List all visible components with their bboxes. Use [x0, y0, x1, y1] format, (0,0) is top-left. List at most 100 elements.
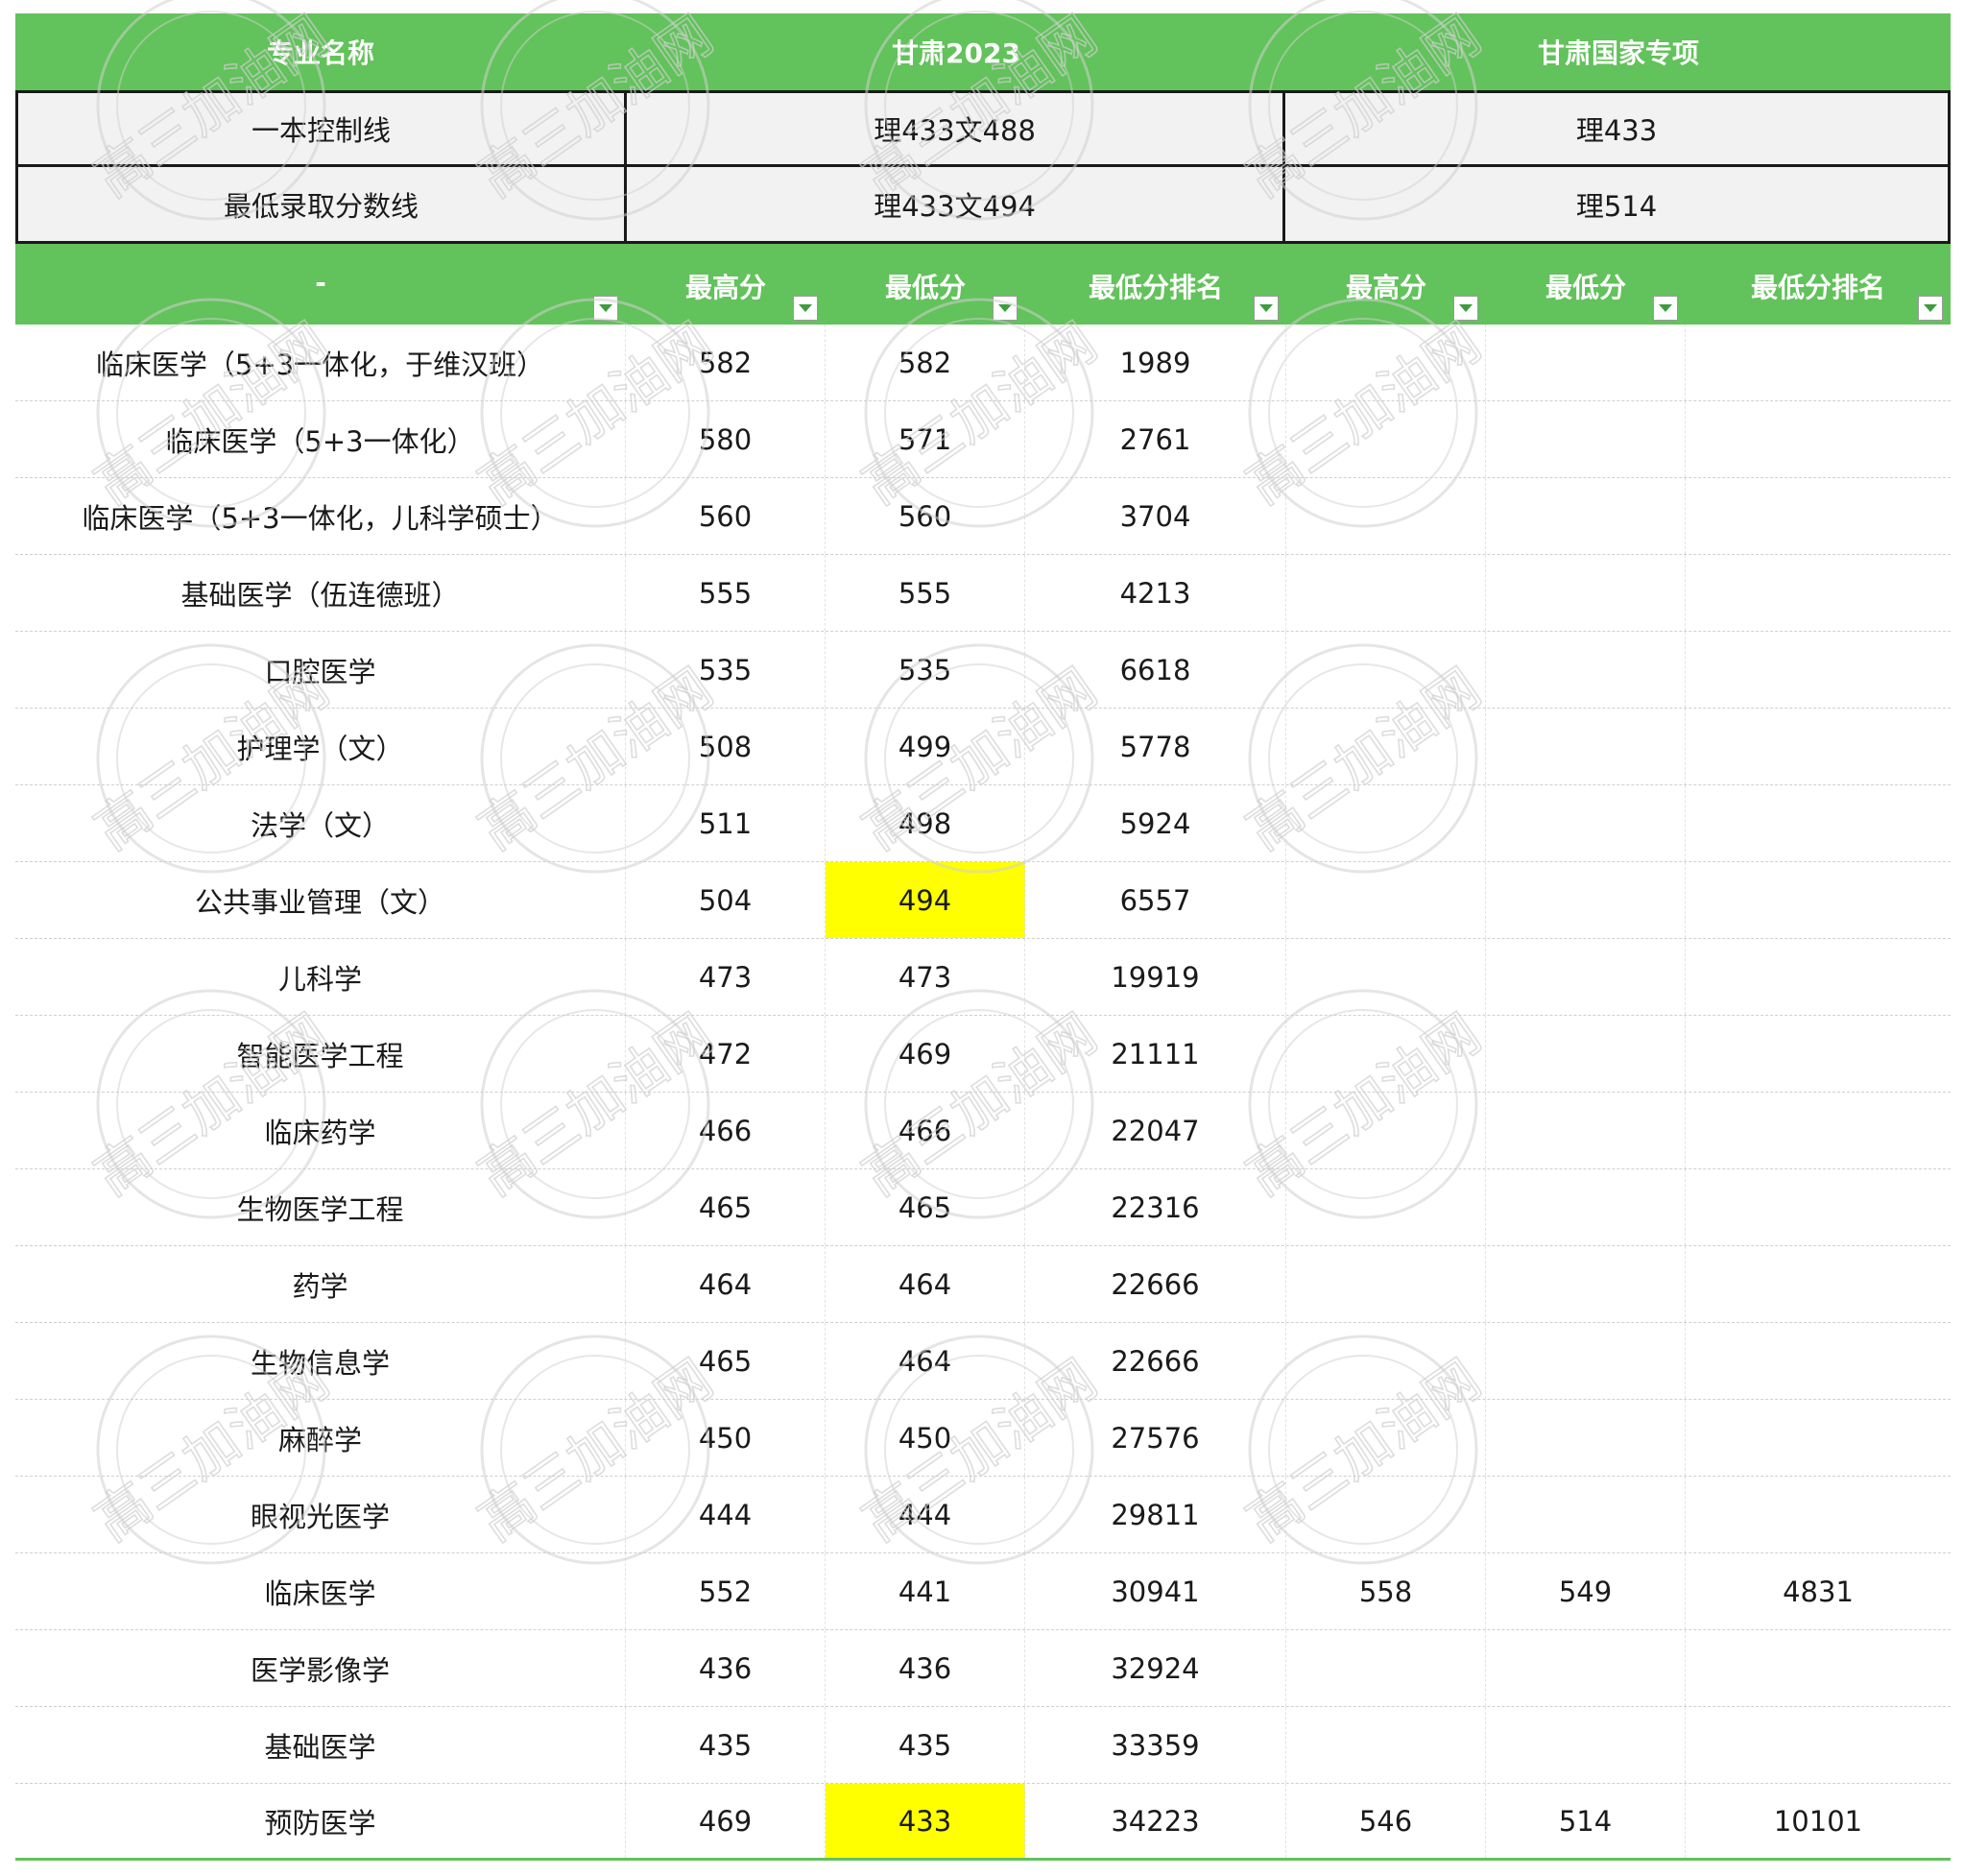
major-name-cell[interactable]: 临床医学	[15, 1553, 626, 1629]
filter-dropdown-icon[interactable]	[1653, 296, 1678, 321]
major-name-cell[interactable]: 儿科学	[15, 939, 626, 1015]
score-cell[interactable]: 22666	[1025, 1246, 1286, 1322]
score-cell[interactable]	[1686, 1400, 1951, 1476]
major-name-cell[interactable]: 临床医学（5+3一体化，儿科学硕士）	[15, 478, 626, 554]
score-cell[interactable]	[1686, 1093, 1951, 1168]
score-cell[interactable]	[1286, 632, 1486, 708]
score-cell[interactable]: 469	[626, 1784, 826, 1858]
score-cell[interactable]: 6557	[1025, 862, 1286, 938]
score-cell[interactable]	[1686, 1323, 1951, 1399]
score-cell[interactable]: 444	[626, 1477, 826, 1552]
major-name-cell[interactable]: 医学影像学	[15, 1630, 626, 1706]
score-cell[interactable]	[1286, 555, 1486, 631]
score-cell[interactable]: 558	[1286, 1553, 1486, 1629]
score-cell[interactable]: 546	[1286, 1784, 1486, 1858]
score-cell[interactable]	[1686, 1246, 1951, 1322]
score-cell[interactable]: 514	[1486, 1784, 1686, 1858]
score-cell[interactable]	[1686, 555, 1951, 631]
filter-dropdown-icon[interactable]	[593, 296, 618, 321]
score-cell[interactable]: 433	[826, 1784, 1025, 1858]
score-cell[interactable]	[1686, 709, 1951, 784]
major-name-cell[interactable]: 生物医学工程	[15, 1169, 626, 1245]
score-cell[interactable]	[1486, 785, 1686, 861]
score-cell[interactable]	[1286, 939, 1486, 1015]
score-cell[interactable]: 21111	[1025, 1016, 1286, 1092]
score-cell[interactable]: 27576	[1025, 1400, 1286, 1476]
score-cell[interactable]	[1686, 1630, 1951, 1706]
score-cell[interactable]	[1486, 1630, 1686, 1706]
score-cell[interactable]	[1486, 1400, 1686, 1476]
score-cell[interactable]	[1486, 1323, 1686, 1399]
major-name-cell[interactable]: 智能医学工程	[15, 1016, 626, 1092]
score-cell[interactable]	[1286, 325, 1486, 400]
score-cell[interactable]: 450	[626, 1400, 826, 1476]
score-cell[interactable]	[1286, 1246, 1486, 1322]
score-cell[interactable]: 6618	[1025, 632, 1286, 708]
score-cell[interactable]: 32924	[1025, 1630, 1286, 1706]
score-cell[interactable]: 555	[626, 555, 826, 631]
score-cell[interactable]: 582	[626, 325, 826, 400]
score-cell[interactable]	[1286, 1093, 1486, 1168]
score-cell[interactable]	[1486, 939, 1686, 1015]
score-cell[interactable]	[1686, 1477, 1951, 1552]
score-cell[interactable]	[1286, 1169, 1486, 1245]
score-cell[interactable]: 560	[626, 478, 826, 554]
score-cell[interactable]	[1486, 862, 1686, 938]
score-cell[interactable]: 22666	[1025, 1323, 1286, 1399]
score-cell[interactable]	[1686, 785, 1951, 861]
score-cell[interactable]	[1286, 1016, 1486, 1092]
score-cell[interactable]	[1686, 862, 1951, 938]
major-name-cell[interactable]: 临床药学	[15, 1093, 626, 1168]
score-cell[interactable]: 466	[626, 1093, 826, 1168]
score-cell[interactable]: 1989	[1025, 325, 1286, 400]
score-cell[interactable]	[1286, 709, 1486, 784]
score-cell[interactable]: 4831	[1686, 1553, 1951, 1629]
score-cell[interactable]: 465	[626, 1323, 826, 1399]
score-cell[interactable]	[1486, 401, 1686, 477]
score-cell[interactable]	[1686, 1169, 1951, 1245]
score-cell[interactable]	[1486, 478, 1686, 554]
score-cell[interactable]	[1686, 325, 1951, 400]
major-name-cell[interactable]: 基础医学（伍连德班）	[15, 555, 626, 631]
score-cell[interactable]	[1286, 1477, 1486, 1552]
filter-dropdown-icon[interactable]	[993, 296, 1018, 321]
score-cell[interactable]: 504	[626, 862, 826, 938]
score-cell[interactable]	[1286, 1707, 1486, 1783]
score-cell[interactable]: 5778	[1025, 709, 1286, 784]
filter-dropdown-icon[interactable]	[1453, 296, 1478, 321]
score-cell[interactable]: 30941	[1025, 1553, 1286, 1629]
score-cell[interactable]	[1686, 632, 1951, 708]
score-cell[interactable]: 3704	[1025, 478, 1286, 554]
score-cell[interactable]: 571	[826, 401, 1025, 477]
score-cell[interactable]: 464	[826, 1246, 1025, 1322]
major-name-cell[interactable]: 预防医学	[15, 1784, 626, 1858]
score-cell[interactable]	[1286, 785, 1486, 861]
score-cell[interactable]: 34223	[1025, 1784, 1286, 1858]
score-cell[interactable]	[1686, 1707, 1951, 1783]
score-cell[interactable]	[1486, 325, 1686, 400]
major-name-cell[interactable]: 临床医学（5+3一体化，于维汉班）	[15, 325, 626, 400]
score-cell[interactable]: 535	[826, 632, 1025, 708]
score-cell[interactable]: 19919	[1025, 939, 1286, 1015]
score-cell[interactable]: 5924	[1025, 785, 1286, 861]
score-cell[interactable]	[1486, 1169, 1686, 1245]
score-cell[interactable]: 473	[626, 939, 826, 1015]
score-cell[interactable]: 499	[826, 709, 1025, 784]
score-cell[interactable]: 511	[626, 785, 826, 861]
score-cell[interactable]: 469	[826, 1016, 1025, 1092]
score-cell[interactable]	[1486, 1477, 1686, 1552]
score-cell[interactable]: 465	[826, 1169, 1025, 1245]
score-cell[interactable]	[1486, 632, 1686, 708]
score-cell[interactable]	[1286, 1400, 1486, 1476]
score-cell[interactable]	[1286, 401, 1486, 477]
score-cell[interactable]: 436	[626, 1630, 826, 1706]
score-cell[interactable]	[1486, 1016, 1686, 1092]
score-cell[interactable]: 466	[826, 1093, 1025, 1168]
major-name-cell[interactable]: 公共事业管理（文）	[15, 862, 626, 938]
score-cell[interactable]	[1486, 1707, 1686, 1783]
score-cell[interactable]: 580	[626, 401, 826, 477]
score-cell[interactable]	[1686, 401, 1951, 477]
score-cell[interactable]	[1486, 1246, 1686, 1322]
score-cell[interactable]: 435	[626, 1707, 826, 1783]
score-cell[interactable]	[1686, 478, 1951, 554]
